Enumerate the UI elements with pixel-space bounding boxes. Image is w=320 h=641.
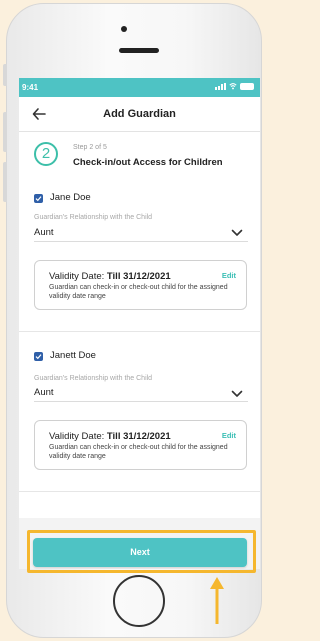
step-progress-label: Step 2 of 5 — [73, 144, 107, 151]
validity-value: Till 31/12/2021 — [106, 271, 171, 282]
validity-description: Guardian can check-in or check-out child… — [49, 284, 228, 300]
phone-camera — [121, 26, 127, 32]
pointer-arrow-icon — [210, 577, 224, 624]
guardian-name: Janett Doe — [50, 350, 96, 361]
phone-speaker — [119, 48, 159, 53]
section-divider — [19, 331, 260, 332]
checkmark-icon — [35, 354, 42, 360]
app-screen: 9:41 Add Guardian 2 Step 2 of 5 Check-in… — [19, 78, 260, 569]
status-bar: 9:41 — [19, 78, 260, 97]
validity-date: Validity Date: Till 31/12/2021 — [49, 271, 171, 282]
battery-icon — [240, 83, 254, 90]
status-time: 9:41 — [22, 83, 39, 92]
validity-prefix: Validity Date: — [49, 271, 105, 282]
phone-side-button — [3, 64, 7, 86]
dropdown-underline — [34, 401, 248, 402]
edit-link[interactable]: Edit — [222, 431, 236, 440]
edit-link[interactable]: Edit — [222, 271, 236, 280]
validity-card: Validity Date: Till 31/12/2021 Edit Guar… — [34, 260, 247, 310]
status-icons — [215, 82, 254, 90]
relationship-dropdown[interactable]: Aunt — [34, 387, 54, 398]
step-number-badge: 2 — [34, 142, 58, 166]
page-title: Add Guardian — [103, 108, 176, 120]
checkmark-icon — [35, 196, 42, 202]
phone-volume-up — [3, 112, 7, 152]
section-divider — [19, 491, 260, 492]
step-title: Check-in/out Access for Children — [73, 157, 223, 168]
phone-volume-down — [3, 162, 7, 202]
phone-home-button — [113, 575, 165, 627]
guardian-name: Jane Doe — [50, 192, 91, 203]
signal-icon — [215, 83, 226, 90]
dropdown-underline — [34, 241, 248, 242]
next-button-highlight — [27, 530, 256, 573]
chevron-down-icon[interactable] — [231, 229, 243, 237]
relationship-label: Guardian's Relationship with the Child — [34, 214, 153, 221]
validity-description: Guardian can check-in or check-out child… — [49, 444, 228, 460]
validity-prefix: Validity Date: — [49, 431, 105, 442]
wifi-icon — [229, 83, 237, 90]
validity-card: Validity Date: Till 31/12/2021 Edit Guar… — [34, 420, 247, 470]
guardian-checkbox[interactable] — [34, 352, 43, 361]
guardian-checkbox[interactable] — [34, 194, 43, 203]
relationship-label: Guardian's Relationship with the Child — [34, 375, 153, 382]
validity-date: Validity Date: Till 31/12/2021 — [49, 431, 171, 442]
chevron-down-icon[interactable] — [231, 390, 243, 398]
relationship-dropdown[interactable]: Aunt — [34, 227, 54, 238]
validity-value: Till 31/12/2021 — [106, 431, 171, 442]
app-header: Add Guardian — [19, 97, 260, 132]
